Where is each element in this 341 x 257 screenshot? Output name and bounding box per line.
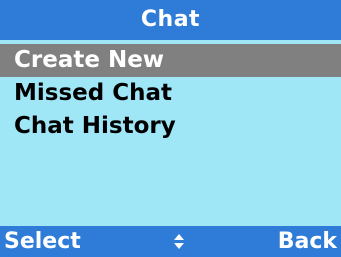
back-softkey[interactable]: Back: [278, 226, 337, 257]
menu-item-chat-history[interactable]: Chat History: [0, 110, 341, 143]
menu-item-missed-chat[interactable]: Missed Chat: [0, 77, 341, 110]
select-softkey[interactable]: Select: [4, 226, 81, 257]
menu-item-create-new[interactable]: Create New: [0, 44, 341, 77]
chat-menu: Create New Missed Chat Chat History: [0, 44, 341, 143]
menu-item-label: Missed Chat: [14, 80, 172, 106]
menu-item-label: Create New: [14, 47, 165, 73]
phone-screen: Chat Create New Missed Chat Chat History…: [0, 0, 341, 257]
menu-item-label: Chat History: [14, 113, 176, 139]
page-title: Chat: [140, 7, 201, 32]
softkey-bar: Select Back: [0, 226, 341, 257]
up-down-navigation-icon: [174, 234, 184, 249]
title-bar: Chat: [0, 0, 341, 40]
